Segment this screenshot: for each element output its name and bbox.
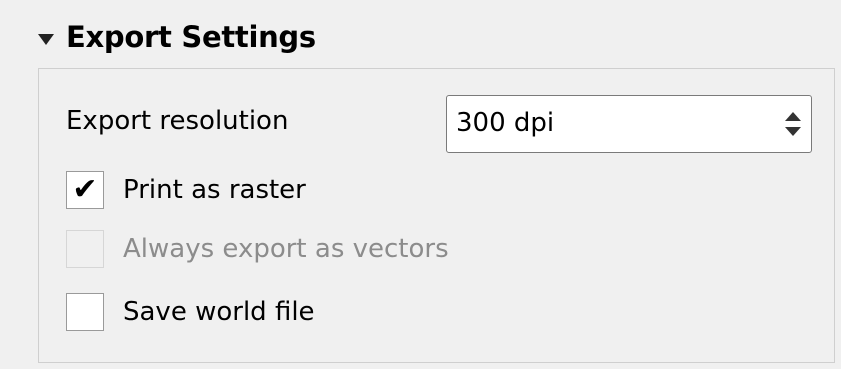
export-settings-group: Export resolution 300 dpi ✔ Print as ras… <box>38 68 835 363</box>
save-world-file-option[interactable]: Save world file <box>66 292 315 332</box>
export-resolution-spinbox[interactable]: 300 dpi <box>446 95 812 153</box>
export-resolution-value[interactable]: 300 dpi <box>456 108 554 138</box>
arrow-down-icon[interactable] <box>785 127 801 136</box>
arrow-up-icon[interactable] <box>785 112 801 121</box>
spinbox-buttons <box>783 106 803 142</box>
export-settings-header[interactable]: Export Settings <box>38 14 316 60</box>
print-as-raster-label[interactable]: Print as raster <box>123 175 306 205</box>
checkmark-icon: ✔ <box>72 172 98 207</box>
save-world-file-checkbox[interactable] <box>66 293 104 331</box>
always-export-as-vectors-checkbox <box>66 230 104 268</box>
always-export-as-vectors-label: Always export as vectors <box>123 234 449 264</box>
section-title: Export Settings <box>66 20 316 54</box>
save-world-file-label[interactable]: Save world file <box>123 297 315 327</box>
collapse-triangle-icon[interactable] <box>38 33 54 45</box>
export-settings-panel: Export Settings Export resolution 300 dp… <box>0 0 841 369</box>
always-export-as-vectors-option: Always export as vectors <box>66 229 449 269</box>
export-resolution-label: Export resolution <box>66 106 289 136</box>
print-as-raster-checkbox[interactable]: ✔ <box>66 171 104 209</box>
print-as-raster-option[interactable]: ✔ Print as raster <box>66 170 306 210</box>
